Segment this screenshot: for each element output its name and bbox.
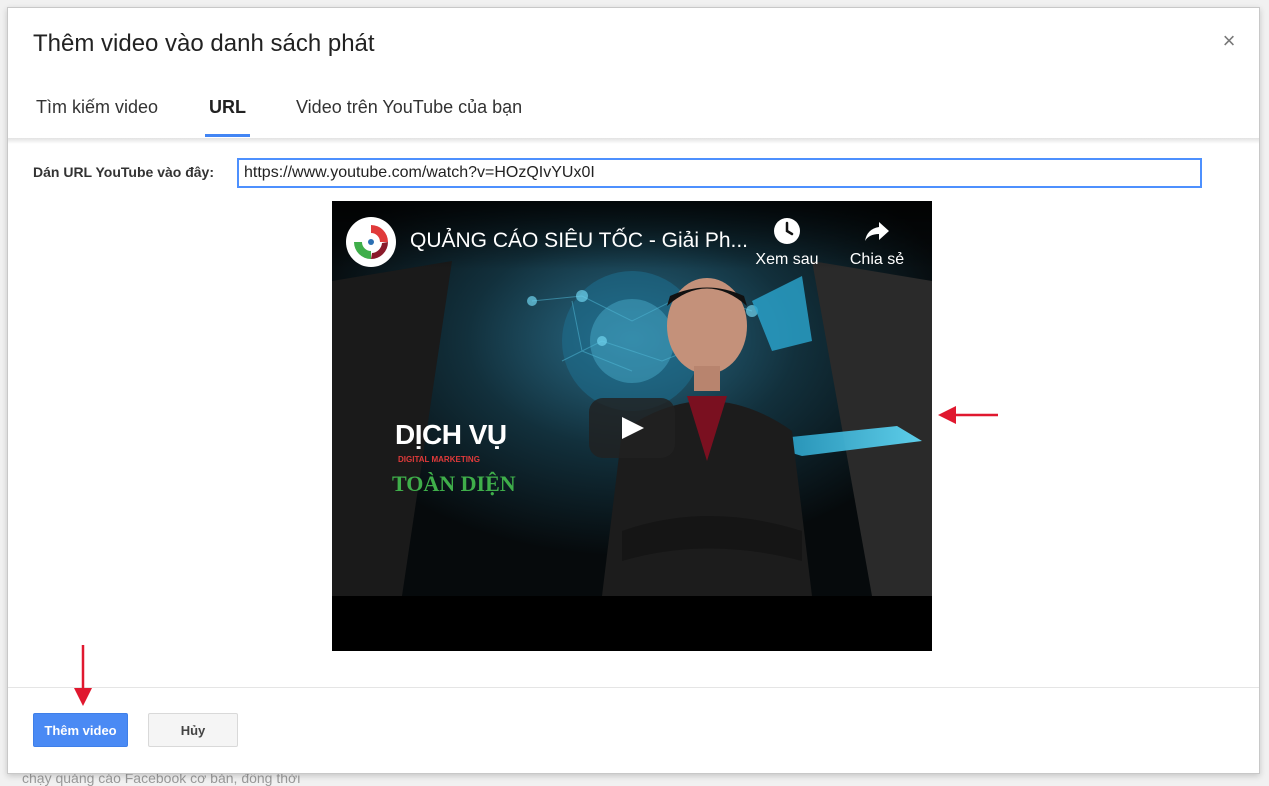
thumbnail-brand-subtitle: DIGITAL MARKETING [398,455,480,464]
play-icon [622,417,644,439]
channel-logo[interactable] [346,217,396,267]
share-label: Chia sẻ [849,251,905,268]
active-tab-indicator [205,134,250,137]
tab-url-label: URL [209,97,246,117]
clock-icon [774,218,800,244]
video-title[interactable]: QUẢNG CÁO SIÊU TỐC - Giải Ph... [410,229,748,253]
thumbnail-brand-tagline: TOÀN DIỆN [392,471,516,496]
play-button[interactable] [589,398,675,458]
video-preview[interactable]: DỊCH VỤ DIGITAL MARKETING TOÀN DIỆN QUẢN… [332,201,932,651]
watch-later-label: Xem sau [755,251,819,268]
dialog-title: Thêm video vào danh sách phát [33,30,375,57]
footer-divider [8,687,1259,688]
tab-your-youtube-videos[interactable]: Video trên YouTube của bạn [296,92,522,144]
close-icon[interactable]: × [1219,30,1239,52]
url-field-label: Dán URL YouTube vào đây: [33,164,214,180]
watch-later-button[interactable]: Xem sau [751,217,823,269]
tab-search-video[interactable]: Tìm kiếm video [36,92,158,144]
share-button[interactable]: Chia sẻ [841,217,913,269]
add-video-dialog: Thêm video vào danh sách phát × Tìm kiếm… [7,7,1260,774]
cancel-button[interactable]: Hủy [148,713,238,747]
thumbnail-brand-title: DỊCH VỤ [395,419,507,450]
add-video-button[interactable]: Thêm video [33,713,128,747]
tab-bar-shadow [8,138,1259,144]
share-icon [865,222,889,241]
tab-url[interactable]: URL [205,92,250,144]
url-input[interactable] [237,158,1202,188]
